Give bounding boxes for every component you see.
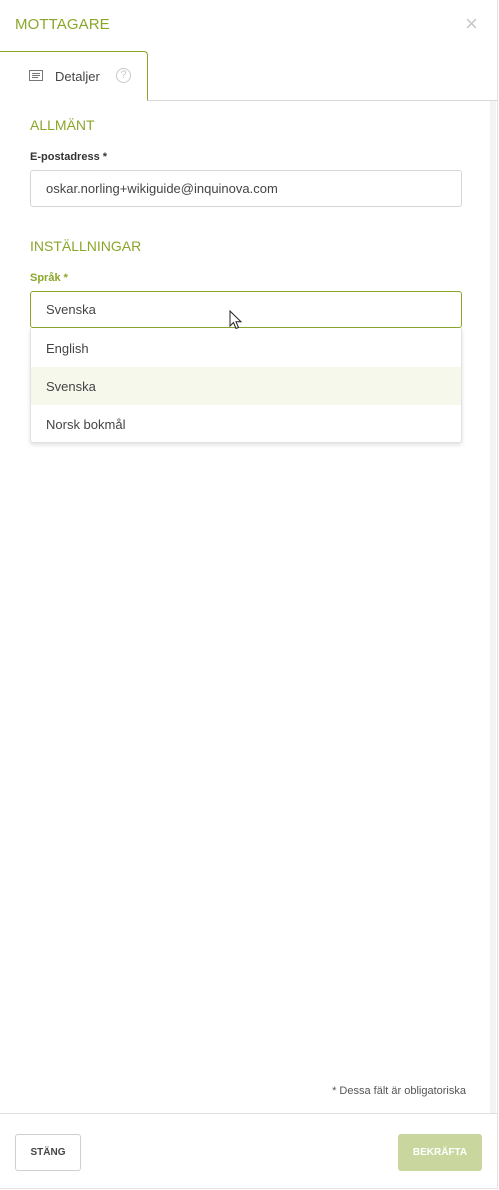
language-option-english[interactable]: English	[31, 329, 461, 367]
language-selected-value: Svenska	[46, 302, 96, 317]
mouse-cursor-icon	[229, 310, 243, 330]
email-value: oskar.norling+wikiguide@inquinova.com	[46, 181, 278, 196]
language-option-norsk-bokmal[interactable]: Norsk bokmål	[31, 405, 461, 443]
panel-title: MOTTAGARE	[15, 16, 110, 33]
help-icon[interactable]: ?	[116, 68, 131, 83]
tab-details[interactable]: Detaljer ?	[0, 51, 148, 101]
tab-bar: Detaljer ?	[0, 51, 498, 101]
option-label: Norsk bokmål	[46, 417, 126, 432]
email-field[interactable]: oskar.norling+wikiguide@inquinova.com	[30, 170, 462, 207]
section-title-settings: INSTÄLLNINGAR	[30, 238, 142, 254]
required-fields-note: * Dessa fält är obligatoriska	[332, 1085, 466, 1097]
panel-header: MOTTAGARE ×	[0, 0, 498, 51]
language-select[interactable]: Svenska	[30, 291, 462, 328]
confirm-button[interactable]: BEKRÄFTA	[398, 1134, 482, 1171]
section-title-general: ALLMÄNT	[30, 117, 95, 133]
language-dropdown: English Svenska Norsk bokmål	[30, 328, 462, 443]
close-icon[interactable]: ×	[465, 12, 478, 36]
tab-details-label: Detaljer	[55, 69, 100, 84]
panel-footer: STÄNG BEKRÄFTA	[0, 1113, 498, 1189]
option-label: Svenska	[46, 379, 96, 394]
language-option-svenska[interactable]: Svenska	[31, 367, 461, 405]
option-label: English	[46, 341, 89, 356]
scrollbar[interactable]	[490, 101, 496, 1113]
language-label: Språk *	[30, 272, 68, 284]
recipient-panel: MOTTAGARE × Detaljer ? ALLMÄNT E-postadr…	[0, 0, 498, 1189]
list-card-icon	[29, 70, 43, 81]
close-button[interactable]: STÄNG	[15, 1134, 81, 1171]
email-label: E-postadress *	[30, 151, 108, 163]
